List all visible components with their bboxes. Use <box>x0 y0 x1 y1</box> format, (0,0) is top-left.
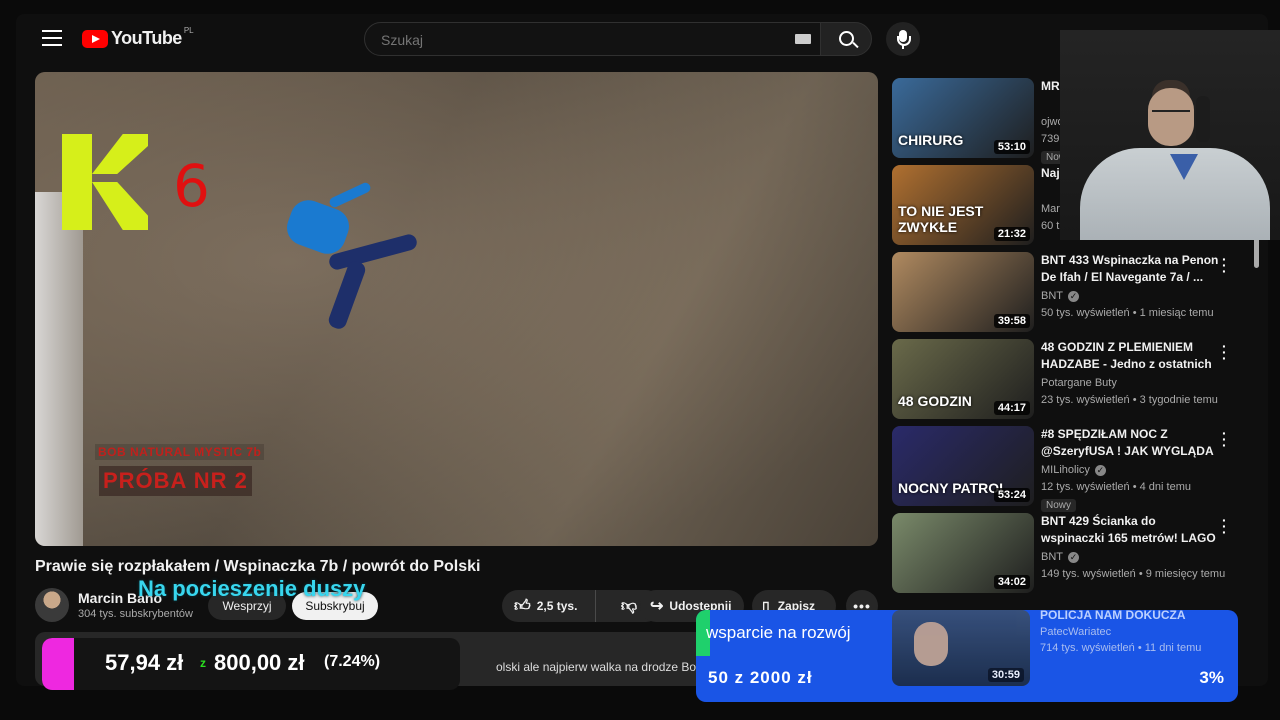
recommendation-thumbnail[interactable]: TO NIE JEST ZWYKŁE 21:32 <box>892 165 1034 245</box>
keyboard-icon[interactable] <box>795 34 811 44</box>
recommendation-thumbnail[interactable]: 39:58 <box>892 252 1034 332</box>
like-dislike-group: 👍︎ 2,5 tys. 👎︎ <box>502 590 662 622</box>
goal-percent: 3% <box>1199 668 1224 687</box>
climber-figure <box>281 180 438 360</box>
recommendation-meta: 714 tys. wyświetleń • 11 dni temu <box>1040 642 1202 654</box>
more-options-icon[interactable]: ··· <box>1222 513 1227 539</box>
recommendation-item[interactable]: 34:02 BNT 429 Ścianka do wspinaczki 165 m… <box>892 513 1252 595</box>
k-logo-icon <box>62 134 148 230</box>
recommendation-title[interactable]: BNT 433 Wspinaczka na Penon De Ifah / El… <box>1041 252 1221 286</box>
headset-icon <box>1196 96 1210 142</box>
channel-label: MILiholicy <box>1041 464 1090 476</box>
goal-amounts: 50 z 2000 zł <box>708 668 813 687</box>
channel-label: BNT <box>1041 551 1063 563</box>
recommendation-thumbnail[interactable]: 34:02 <box>892 513 1034 593</box>
stream-caption: Na pocieszenie duszy <box>138 576 366 601</box>
verified-check-icon: ✓ <box>1068 551 1079 563</box>
donation-widget: 57,94 zł z 800,00 zł (7.24%) <box>42 638 460 690</box>
avatar[interactable] <box>35 588 69 622</box>
overlay-attempt: PRÓBA NR 2 <box>99 466 252 496</box>
goal-widget: 30:59 POLICJA NAM DOKUCZA PatecWariatec … <box>696 610 1238 702</box>
video-duration: 53:10 <box>993 140 1030 154</box>
recommendation-title[interactable]: 48 GODZIN Z PLEMIENIEM HADZABE - Jedno z… <box>1041 339 1221 373</box>
like-count: 2,5 tys. <box>536 599 578 613</box>
recommendation-thumbnail[interactable]: NOCNY PATROL 53:24 <box>892 426 1034 506</box>
recommendation-meta: 739 <box>1041 133 1060 145</box>
video-duration: 53:24 <box>993 488 1030 502</box>
search-input[interactable] <box>379 31 783 49</box>
verified-check-icon: ✓ <box>1094 464 1106 476</box>
recommendation-thumbnail[interactable]: CHIRURG 53:10 <box>892 78 1034 158</box>
thumbnail-caption: NOCNY PATROL <box>898 480 1008 496</box>
thumbs-up-icon: 👍︎ <box>514 597 531 615</box>
video-title: Prawie się rozpłakałem / Wspinaczka 7b /… <box>35 558 481 575</box>
video-duration: 39:58 <box>993 314 1030 328</box>
recommendation-meta: 60 t <box>1041 220 1060 232</box>
channel-label: Potargane Buty <box>1041 377 1117 389</box>
recommendation-channel[interactable]: Potargane Buty <box>1041 377 1117 389</box>
play-logo-icon <box>82 29 108 48</box>
donation-current: 57,94 zł <box>105 650 184 675</box>
recommendation-title: POLICJA NAM DOKUCZA <box>1040 610 1186 622</box>
donation-separator: z <box>200 656 206 670</box>
new-badge: Nowy <box>1041 499 1077 512</box>
more-options-icon[interactable]: ··· <box>1222 252 1227 278</box>
subscriber-count: 304 tys. subskrybentów <box>78 608 193 620</box>
share-icon: ↪ <box>650 598 664 615</box>
donation-percent: (7.24%) <box>324 653 381 670</box>
recommendation-title[interactable]: #8 SPĘDZIŁAM NOC Z @SzeryfUSA ! JAK WYGL… <box>1041 426 1221 460</box>
menu-icon[interactable] <box>42 30 62 48</box>
webcam-overlay <box>1060 30 1280 240</box>
search-button[interactable] <box>820 22 872 56</box>
recommendation-channel[interactable]: BNT ✓ <box>1041 551 1079 563</box>
recommendation-channel[interactable]: BNT ✓ <box>1041 290 1079 302</box>
more-options-icon[interactable]: ··· <box>1222 339 1227 365</box>
goal-label: wsparcie na rozwój <box>706 623 851 642</box>
recommendation-title[interactable]: BNT 429 Ścianka do wspinaczki 165 metrów… <box>1041 513 1221 547</box>
overlay-number: 6 <box>173 152 210 220</box>
verified-check-icon: ✓ <box>1068 290 1079 302</box>
logo-country: PL <box>183 26 194 35</box>
recommendation-item[interactable]: NOCNY PATROL 53:24 #8 SPĘDZIŁAM NOC Z @Sze… <box>892 426 1252 512</box>
video-duration: 30:59 <box>987 668 1024 682</box>
video-duration: 21:32 <box>993 227 1030 241</box>
recommendation-item[interactable]: 48 GODZIN 44:17 48 GODZIN Z PLEMIENIEM HAD… <box>892 339 1252 421</box>
like-button[interactable]: 👍︎ 2,5 tys. <box>502 590 596 622</box>
thumbs-down-icon: 👎︎ <box>620 597 638 615</box>
donation-goal: 800,00 zł <box>214 650 305 675</box>
channel-label: BNT <box>1041 290 1063 302</box>
video-player[interactable]: 6 BOB NATURAL MYSTIC 7b PRÓBA NR 2 <box>35 72 878 546</box>
recommendation-channel[interactable]: MILiholicy ✓ <box>1041 464 1106 476</box>
recommendation-meta: 50 tys. wyświetleń • 1 miesiąc temu <box>1041 307 1214 319</box>
search-icon <box>839 31 854 46</box>
logo-text: YouTube <box>111 28 182 48</box>
recommendation-thumbnail[interactable]: 48 GODZIN 44:17 <box>892 339 1034 419</box>
search-box[interactable] <box>364 22 822 56</box>
recommendation-item[interactable]: 39:58 BNT 433 Wspinaczka na Penon De Ifah… <box>892 252 1252 334</box>
youtube-logo[interactable]: YouTube PL <box>82 26 194 49</box>
video-duration: 44:17 <box>993 401 1030 415</box>
thumbnail-caption: 48 GODZIN <box>898 393 972 409</box>
overlay-route-name: BOB NATURAL MYSTIC 7b <box>95 444 265 460</box>
recommendation-meta: 149 tys. wyświetleń • 9 miesięcy temu <box>1041 568 1226 580</box>
thumbnail-caption: CHIRURG <box>898 132 964 148</box>
donation-progress-bar <box>42 638 74 690</box>
recommendation-meta: 12 tys. wyświetleń • 4 dni temu <box>1041 481 1191 493</box>
recommendation-meta: 23 tys. wyświetleń • 3 tygodnie temu <box>1041 394 1218 406</box>
recommendation-thumbnail: 30:59 <box>892 610 1030 686</box>
recommendation-channel: PatecWariatec <box>1040 626 1112 638</box>
video-duration: 34:02 <box>993 575 1030 589</box>
voice-search-button[interactable] <box>886 22 920 56</box>
more-options-icon[interactable]: ··· <box>1222 426 1227 452</box>
